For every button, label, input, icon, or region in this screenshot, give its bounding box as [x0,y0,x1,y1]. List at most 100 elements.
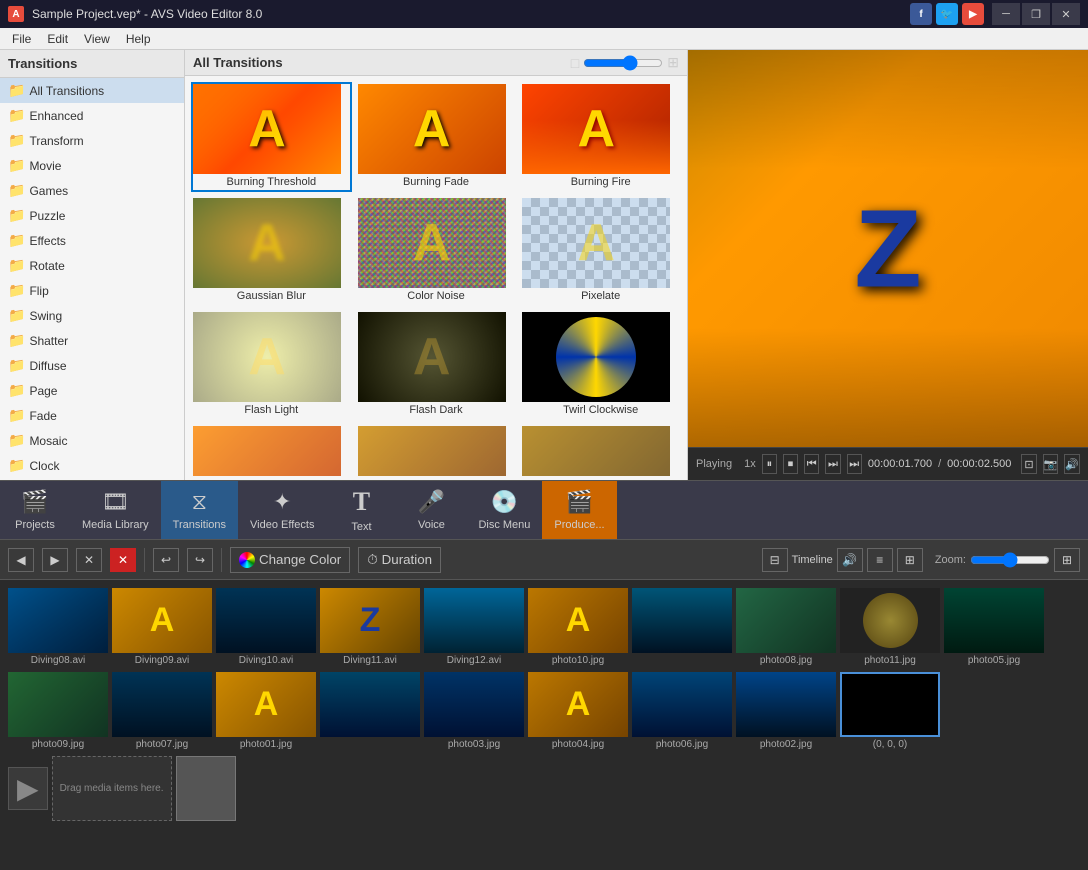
minimize-button[interactable]: ─ [992,3,1020,25]
menu-view[interactable]: View [76,30,118,48]
transition-burning-threshold[interactable]: A Burning Threshold [191,82,352,192]
transition-burning-fade[interactable]: A Burning Fade [356,82,517,192]
zoom-slider-timeline[interactable] [970,552,1050,568]
transition-partial-3[interactable] [520,424,681,478]
tl-cancel-button[interactable]: ✕ [110,548,136,572]
prev-button[interactable]: ⏮ [804,454,819,474]
transition-flash-light[interactable]: A Flash Light [191,310,352,420]
folder-icon: 📁 [8,357,25,374]
tool-text[interactable]: T Text [326,481,396,539]
transition-label: Pixelate [522,288,679,304]
change-color-button[interactable]: Change Color [230,547,350,573]
tool-projects[interactable]: 🎬 Projects [0,481,70,539]
tool-voice[interactable]: 🎤 Voice [396,481,466,539]
end-button[interactable]: ⏭ [847,454,862,474]
zoom-slider[interactable] [583,55,663,71]
tl-fit-btn[interactable]: ⊞ [1054,548,1080,572]
media-item-photo10[interactable]: A photo10.jpg [528,588,628,668]
menu-help[interactable]: Help [118,30,159,48]
close-button[interactable]: ✕ [1052,3,1080,25]
sidebar-item-mosaic[interactable]: 📁 Mosaic [0,428,184,453]
sidebar-item-games[interactable]: 📁 Games [0,178,184,203]
tl-redo-button[interactable]: ↪ [187,548,213,572]
sidebar-item-shatter[interactable]: 📁 Shatter [0,328,184,353]
tool-transitions[interactable]: ⧖ Transitions [161,481,238,539]
sidebar-item-swing[interactable]: 📁 Swing [0,303,184,328]
sidebar-item-diffuse[interactable]: 📁 Diffuse [0,353,184,378]
window-title: Sample Project.vep* - AVS Video Editor 8… [32,7,262,21]
tool-disc-menu[interactable]: 💿 Disc Menu [466,481,542,539]
menu-file[interactable]: File [4,30,39,48]
voice-icon: 🎤 [418,489,445,515]
tl-audio-btn[interactable]: 🔊 [837,548,863,572]
media-item-photo04[interactable]: A photo04.jpg [528,672,628,752]
sidebar-item-all-transitions[interactable]: 📁 All Transitions [0,78,184,103]
media-item-photo02[interactable]: photo02.jpg [736,672,836,752]
sidebar-item-effects[interactable]: 📁 Effects [0,228,184,253]
tool-video-effects[interactable]: ✦ Video Effects [238,481,326,539]
media-item-photo07[interactable]: photo07.jpg [112,672,212,752]
transition-burning-fire[interactable]: A Burning Fire [520,82,681,192]
tl-timeline-view-icon[interactable]: ⊟ [762,548,788,572]
twitter-btn[interactable]: 🐦 [936,3,958,25]
media-item-black[interactable]: (0, 0, 0) [840,672,940,752]
media-item-photo08[interactable]: photo08.jpg [736,588,836,668]
tool-produce[interactable]: 🎬 Produce... [542,481,616,539]
volume-button[interactable]: 🔊 [1064,454,1080,474]
media-item-extra1[interactable] [632,588,732,668]
zoom-out-icon[interactable]: ⊞ [667,54,679,71]
transition-pixelate[interactable]: A Pixelate [520,196,681,306]
fullscreen-button[interactable]: ⊡ [1021,454,1036,474]
transition-partial-1[interactable] [191,424,352,478]
sidebar-item-movie[interactable]: 📁 Movie [0,153,184,178]
tl-delete-button[interactable]: ✕ [76,548,102,572]
sidebar-item-puzzle[interactable]: 📁 Puzzle [0,203,184,228]
media-item-diving10[interactable]: Diving10.avi [216,588,316,668]
media-item-photo06[interactable]: photo06.jpg [632,672,732,752]
tl-list-btn[interactable]: ≡ [867,548,893,572]
tl-back-button[interactable]: ◀ [8,548,34,572]
sidebar-item-page[interactable]: 📁 Page [0,378,184,403]
media-item-photo01[interactable]: A photo01.jpg [216,672,316,752]
duration-button[interactable]: ⏱ Duration [358,547,441,573]
tool-media-library[interactable]: 🎞 Media Library [70,481,161,539]
preview-time-current: 00:00:01.700 [868,458,932,470]
sidebar-item-label: Mosaic [29,434,67,448]
sidebar-item-enhanced[interactable]: 📁 Enhanced [0,103,184,128]
sidebar-item-rotate[interactable]: 📁 Rotate [0,253,184,278]
media-item-photo09[interactable]: photo09.jpg [8,672,108,752]
next-button[interactable]: ⏭ [825,454,840,474]
preview-time-sep: / [938,458,941,470]
youtube-btn[interactable]: ▶ [962,3,984,25]
media-item-diving11[interactable]: Z Diving11.avi [320,588,420,668]
sidebar-item-fade[interactable]: 📁 Fade [0,403,184,428]
sidebar-item-transform[interactable]: 📁 Transform [0,128,184,153]
restore-button[interactable]: ❐ [1022,3,1050,25]
media-item-diving12[interactable]: Diving12.avi [424,588,524,668]
media-item-diving09[interactable]: A Diving09.avi [112,588,212,668]
facebook-btn[interactable]: f [910,3,932,25]
transition-flash-dark[interactable]: A Flash Dark [356,310,517,420]
menu-edit[interactable]: Edit [39,30,76,48]
sidebar-item-clock[interactable]: 📁 Clock [0,453,184,478]
transition-partial-2[interactable] [356,424,517,478]
folder-icon: 📁 [8,132,25,149]
media-item-extra2[interactable] [320,672,420,752]
tl-undo-button[interactable]: ↩ [153,548,179,572]
transition-gaussian-blur[interactable]: A Gaussian Blur [191,196,352,306]
drag-drop-zone[interactable]: Drag media items here. [52,756,172,821]
transition-color-noise[interactable]: A Color Noise [356,196,517,306]
media-item-photo03[interactable]: photo03.jpg [424,672,524,752]
sidebar-item-flip[interactable]: 📁 Flip [0,278,184,303]
media-item-photo11[interactable]: photo11.jpg [840,588,940,668]
stop-button[interactable]: ⏹ [783,454,798,474]
media-item-diving08[interactable]: Diving08.avi [8,588,108,668]
transition-twirl-clockwise[interactable]: Twirl Clockwise [520,310,681,420]
snapshot-button[interactable]: 📷 [1043,454,1059,474]
tl-grid-btn[interactable]: ⊞ [897,548,923,572]
pause-button[interactable]: ⏸ [762,454,777,474]
tl-forward-button[interactable]: ▶ [42,548,68,572]
media-item-photo05[interactable]: photo05.jpg [944,588,1044,668]
zoom-in-icon[interactable]: □ [571,55,579,71]
media-label: photo08.jpg [760,653,812,668]
